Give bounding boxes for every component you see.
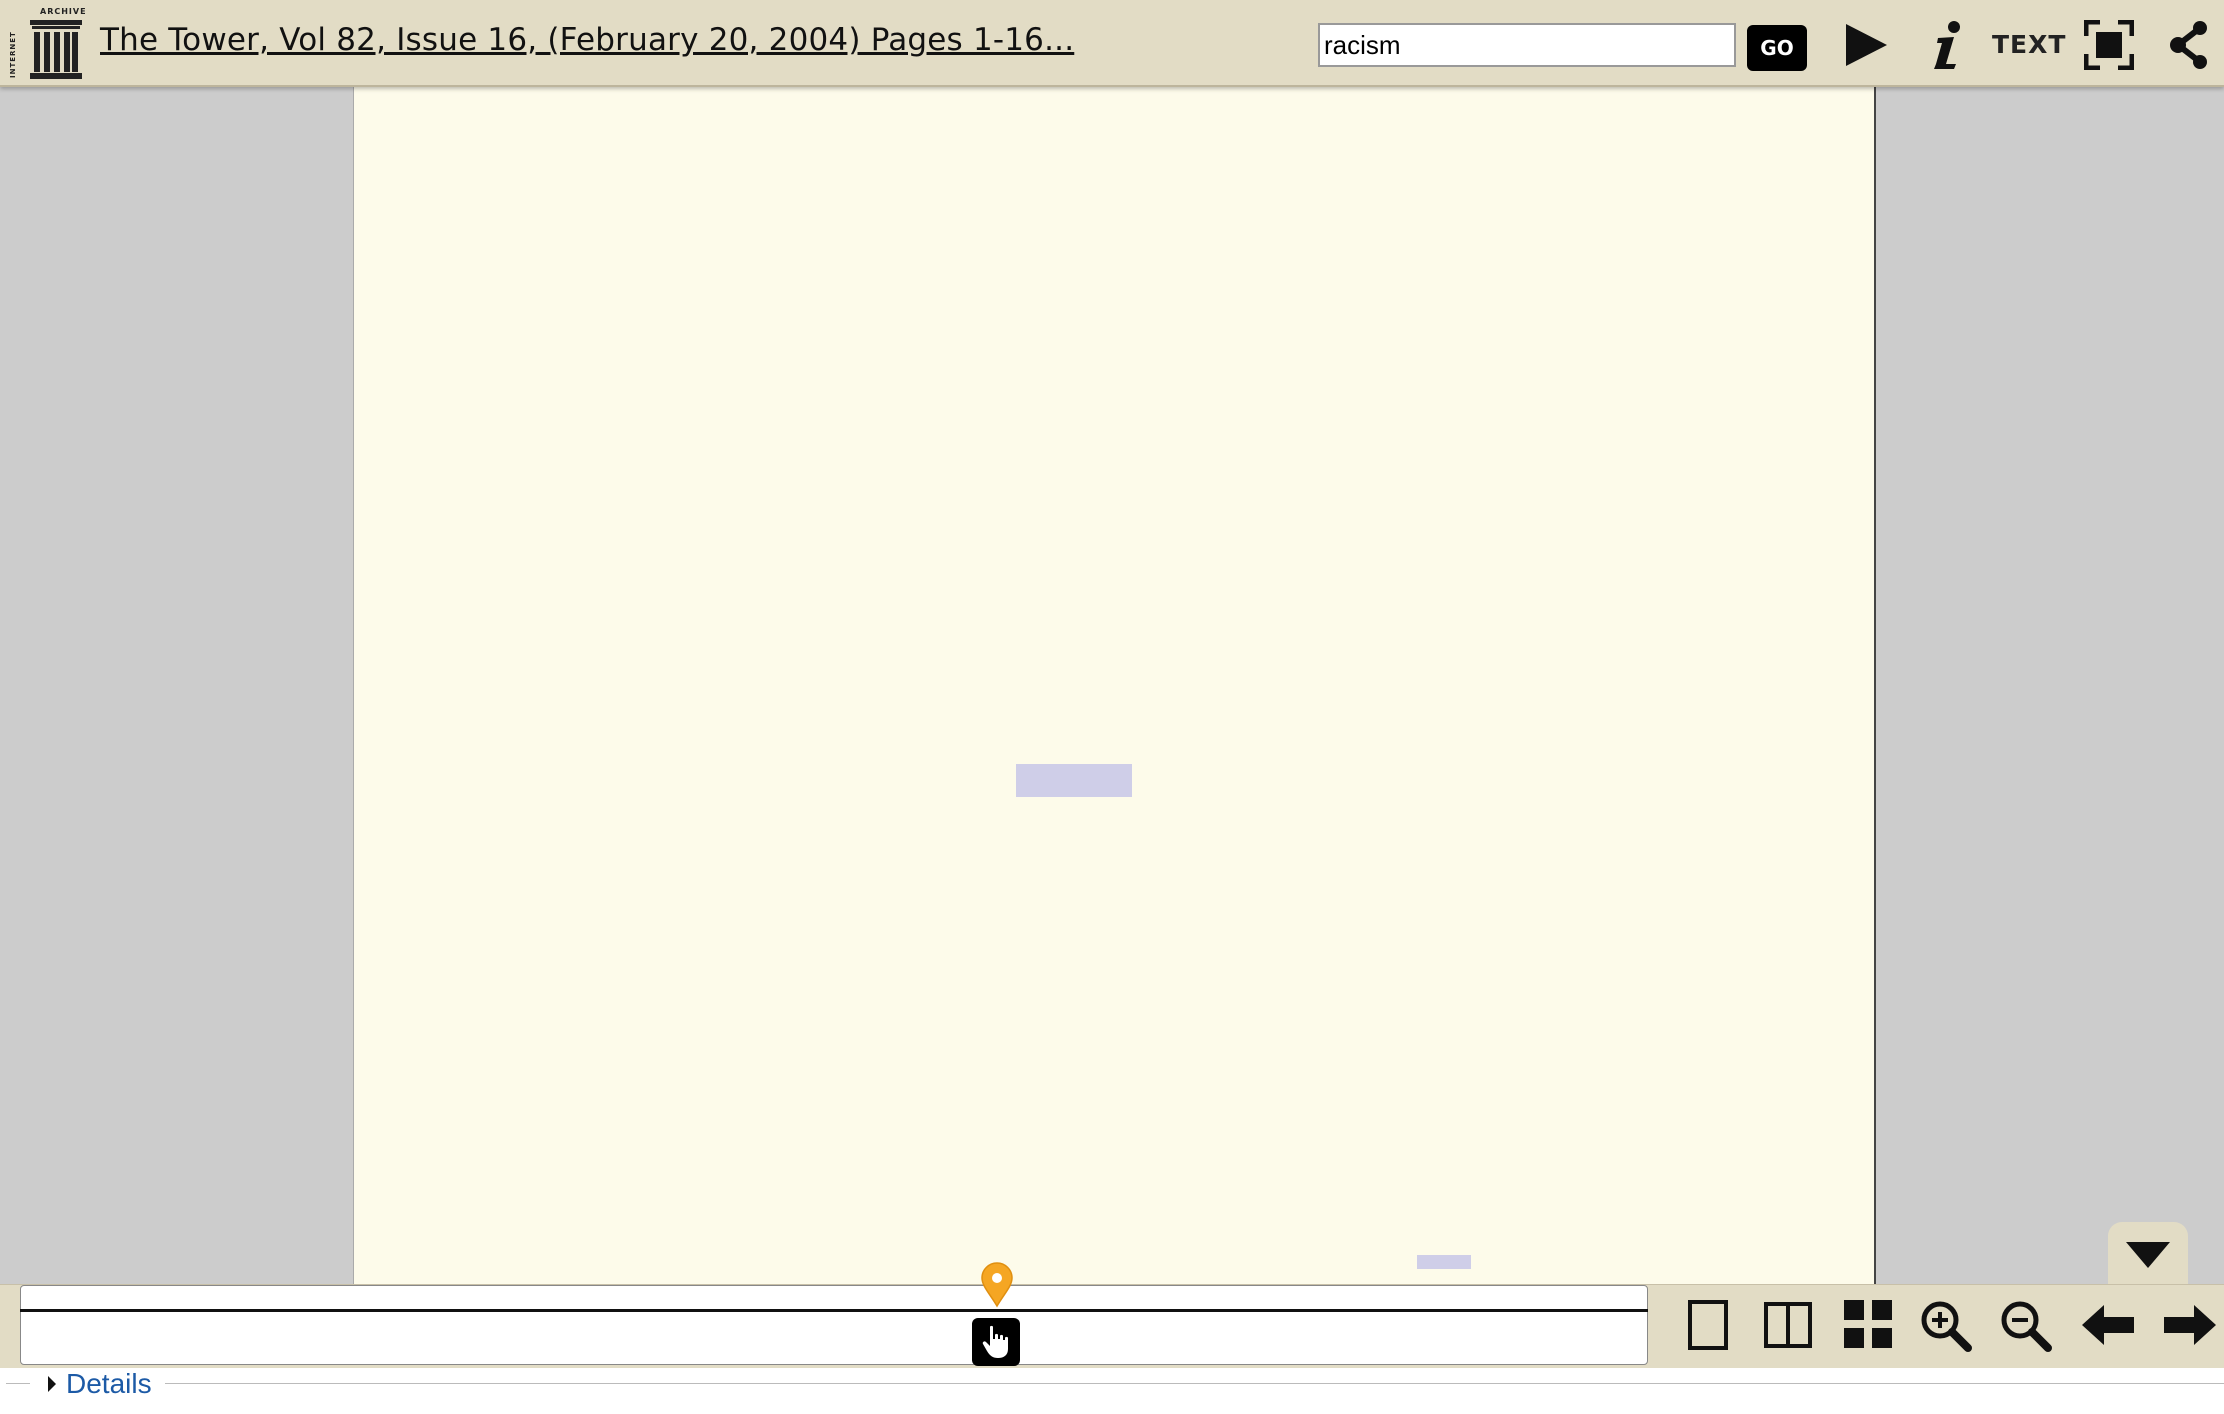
- hand-pointer-icon: [982, 1325, 1008, 1358]
- thumbnail-icon[interactable]: [1840, 1298, 1898, 1352]
- share-icon[interactable]: [2168, 20, 2210, 70]
- chevron-down-icon: [2126, 1242, 2170, 1268]
- zoom-in-icon[interactable]: [1918, 1298, 1976, 1352]
- search-result-marker[interactable]: [980, 1262, 1014, 1308]
- search-highlight[interactable]: [1417, 1255, 1471, 1269]
- caret-right-icon: [48, 1376, 56, 1392]
- svg-text:ARCHIVE: ARCHIVE: [40, 7, 87, 16]
- book-title-link[interactable]: The Tower, Vol 82, Issue 16, (February 2…: [100, 22, 1074, 58]
- page-scrubber[interactable]: [20, 1285, 1648, 1365]
- details-label: Details: [66, 1368, 152, 1399]
- text-mode-button[interactable]: TEXT: [1992, 30, 2066, 59]
- search-highlight[interactable]: [1016, 764, 1132, 797]
- toolbar-header: ARCHIVE INTERNET The Tower, Vol 82, Issu…: [0, 0, 2224, 87]
- two-page-icon[interactable]: [1760, 1298, 1818, 1352]
- prev-page-icon[interactable]: [2080, 1298, 2138, 1352]
- details-divider: [6, 1383, 30, 1384]
- internet-archive-logo[interactable]: ARCHIVE INTERNET: [8, 4, 90, 82]
- fullscreen-icon[interactable]: [2084, 20, 2134, 70]
- scrubber-track[interactable]: [20, 1309, 1648, 1312]
- search-input[interactable]: [1318, 23, 1736, 67]
- zoom-out-icon[interactable]: [1998, 1298, 2056, 1352]
- svg-text:INTERNET: INTERNET: [9, 31, 17, 78]
- details-toggle[interactable]: Details: [40, 1368, 158, 1400]
- details-divider: [165, 1383, 2224, 1384]
- scrubber-handle[interactable]: [972, 1318, 1020, 1366]
- play-icon[interactable]: [1843, 22, 1889, 68]
- details-section: [0, 1368, 2224, 1414]
- book-page[interactable]: [353, 85, 1876, 1285]
- info-icon[interactable]: [1930, 20, 1966, 70]
- collapse-toolbar-button[interactable]: [2108, 1222, 2188, 1284]
- one-page-icon[interactable]: [1680, 1298, 1738, 1352]
- go-button[interactable]: GO: [1747, 25, 1807, 71]
- next-page-icon[interactable]: [2160, 1298, 2218, 1352]
